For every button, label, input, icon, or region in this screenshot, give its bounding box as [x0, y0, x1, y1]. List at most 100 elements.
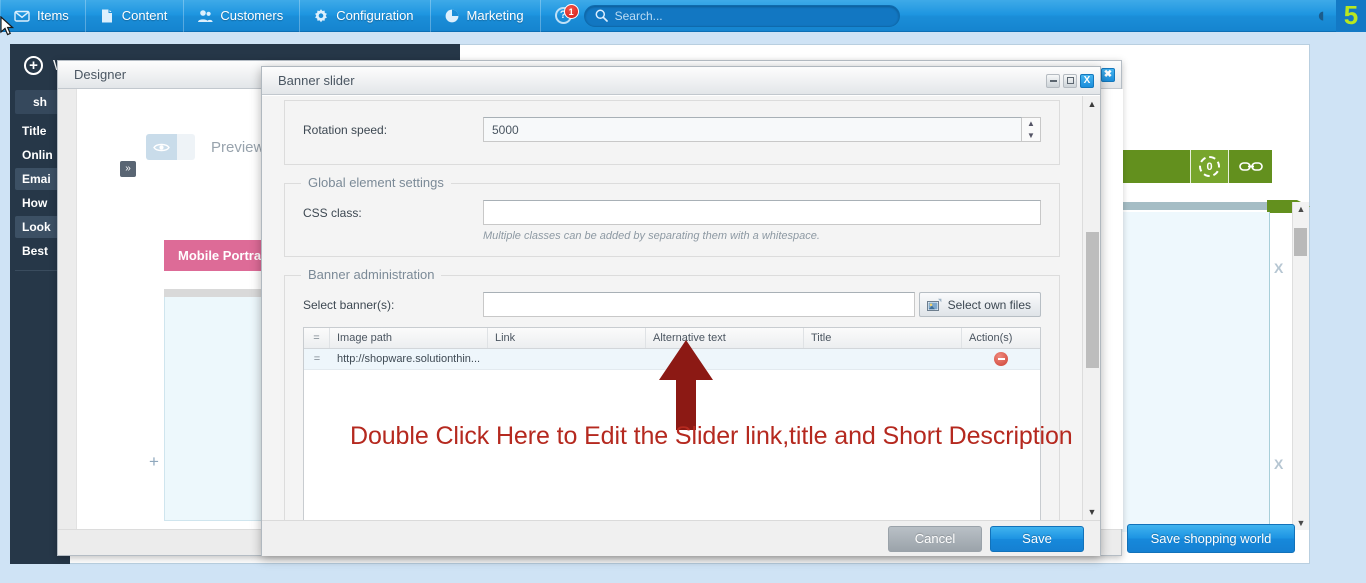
nav-item-configuration[interactable]: Configuration [300, 0, 431, 32]
cell-actions [962, 349, 1040, 369]
css-class-hint: Multiple classes can be added by separat… [483, 230, 820, 242]
banner-dialog-titlebar: Banner slider X [262, 67, 1100, 95]
banner-grid-empty-body [304, 370, 1040, 520]
banner-minimize-button[interactable] [1046, 73, 1060, 88]
row-drag-handle[interactable]: = [304, 349, 330, 369]
counter-badge: 0 [1199, 156, 1220, 177]
designer-close-button[interactable]: ✖ [1101, 67, 1115, 82]
sidebar-collapse-button[interactable]: » [120, 161, 136, 177]
column-header-title[interactable]: Title [804, 328, 962, 348]
global-element-settings-legend: Global element settings [301, 175, 451, 190]
select-own-files-button[interactable]: Select own files [918, 292, 1041, 317]
nav-item-marketing-label: Marketing [466, 8, 524, 23]
gear-icon [315, 8, 328, 22]
x-marker-top: X [1274, 260, 1284, 276]
brand-mark-icon: ◖ [1314, 3, 1328, 27]
banner-dialog-title: Banner slider [278, 73, 355, 88]
preview-label: Preview [211, 138, 265, 156]
css-class-input[interactable] [483, 200, 1041, 225]
select-banners-row: Select banner(s): Select own files [303, 292, 1041, 317]
cell-alternative-text [646, 349, 804, 369]
search-input[interactable] [614, 8, 889, 23]
banner-close-button[interactable]: X [1080, 73, 1094, 88]
image-picker-icon [926, 298, 942, 311]
rotation-speed-spin-buttons[interactable]: ▲ ▼ [1022, 117, 1041, 142]
eye-icon[interactable] [146, 134, 177, 160]
nav-item-customers-label: Customers [220, 8, 284, 23]
brand-version-badge: 5 [1336, 0, 1366, 32]
column-header-handle: = [304, 328, 330, 348]
mouse-cursor [0, 16, 15, 36]
grey-separator-bar [1100, 202, 1268, 210]
preview-toggle-track[interactable] [177, 134, 195, 160]
spin-up-icon[interactable]: ▲ [1022, 118, 1040, 130]
rotation-speed-input[interactable] [483, 117, 1022, 142]
banner-dialog-scrollbar[interactable]: ▲ ▼ [1082, 96, 1100, 520]
save-button[interactable]: Save [990, 525, 1084, 552]
nav-item-content-label: Content [121, 8, 168, 23]
cell-image-path: http://shopware.solutionthin... [337, 353, 481, 365]
cell-link [488, 349, 646, 369]
search-box[interactable] [583, 4, 900, 27]
select-banners-label: Select banner(s): [303, 297, 395, 312]
scroll-up-icon[interactable]: ▲ [1297, 202, 1306, 216]
pale-panel [1102, 212, 1270, 532]
people-icon [198, 9, 213, 22]
rotation-fieldset: Rotation speed: ▲ ▼ [284, 100, 1060, 165]
topbar-right-section: ◖ 5 [1306, 0, 1366, 32]
column-header-link[interactable]: Link [488, 328, 646, 348]
add-element-icon[interactable]: + [149, 452, 159, 472]
delete-icon[interactable] [994, 352, 1008, 366]
page-scrollbar-thumb[interactable] [1294, 228, 1307, 256]
save-shopping-world-button[interactable]: Save shopping world [1127, 524, 1295, 553]
scroll-down-icon[interactable]: ▼ [1297, 516, 1306, 530]
nav-item-configuration-label: Configuration [336, 8, 414, 23]
global-element-settings-fieldset: Global element settings CSS class: Multi… [284, 175, 1060, 257]
spin-down-icon[interactable]: ▼ [1022, 130, 1040, 142]
table-row[interactable]: = http://shopware.solutionthin... [304, 349, 1040, 370]
nav-item-marketing[interactable]: Marketing [431, 0, 541, 32]
css-class-label: CSS class: [303, 205, 362, 220]
chain-icon [1238, 162, 1263, 171]
nav-item-customers[interactable]: Customers [184, 0, 301, 32]
dialog-scroll-down-icon[interactable]: ▼ [1083, 504, 1100, 520]
green-element-counter[interactable]: 0 [1190, 150, 1229, 183]
dialog-scroll-up-icon[interactable]: ▲ [1083, 96, 1100, 112]
banner-slider-dialog: Banner slider X Rotation speed: ▲ [261, 66, 1101, 556]
rotation-speed-label: Rotation speed: [303, 122, 388, 137]
banner-dialog-scroll-content: Rotation speed: ▲ ▼ Global element setti… [262, 96, 1082, 520]
nav-item-content[interactable]: Content [86, 0, 185, 32]
banner-window-controls: X [1046, 73, 1094, 88]
select-own-files-label: Select own files [947, 297, 1031, 312]
screen: + W sh Title Onlin Emai How Look Best 0 … [0, 0, 1366, 583]
banner-administration-fieldset: Banner administration Select banner(s): [284, 267, 1060, 520]
green-element-bar: 0 [1100, 150, 1272, 183]
search-icon [595, 9, 608, 22]
top-navigation-bar: Items Content Customers Configuration Ma… [0, 0, 1366, 32]
designer-left-rail [58, 89, 77, 529]
column-header-image-path[interactable]: Image path [330, 328, 488, 348]
green-element-link-button[interactable] [1229, 150, 1272, 183]
x-marker-bottom: X [1274, 456, 1284, 472]
css-class-row: CSS class: [303, 200, 1041, 225]
eye-glyph [153, 143, 170, 151]
select-banners-input[interactable] [483, 292, 915, 317]
banner-dialog-body: Rotation speed: ▲ ▼ Global element setti… [262, 95, 1100, 520]
inbox-icon [14, 10, 30, 22]
banner-administration-legend: Banner administration [301, 267, 442, 282]
help-notification-badge: 1 [563, 4, 579, 19]
designer-window-title: Designer [74, 67, 127, 82]
cell-title [804, 349, 962, 369]
nav-item-items-label: Items [37, 8, 69, 23]
banner-maximize-button[interactable] [1063, 73, 1077, 88]
pie-icon [445, 9, 458, 22]
help-button[interactable]: ? 1 [541, 4, 579, 24]
column-header-actions: Action(s) [969, 332, 1013, 344]
add-icon: + [24, 55, 43, 75]
rotation-speed-stepper[interactable]: ▲ ▼ [483, 117, 1041, 142]
page-icon [101, 9, 112, 22]
cancel-button[interactable]: Cancel [888, 525, 982, 552]
rotation-speed-row: Rotation speed: ▲ ▼ [303, 117, 1041, 142]
dialog-scrollbar-thumb[interactable] [1086, 232, 1099, 368]
column-header-alternative-text[interactable]: Alternative text [646, 328, 804, 348]
